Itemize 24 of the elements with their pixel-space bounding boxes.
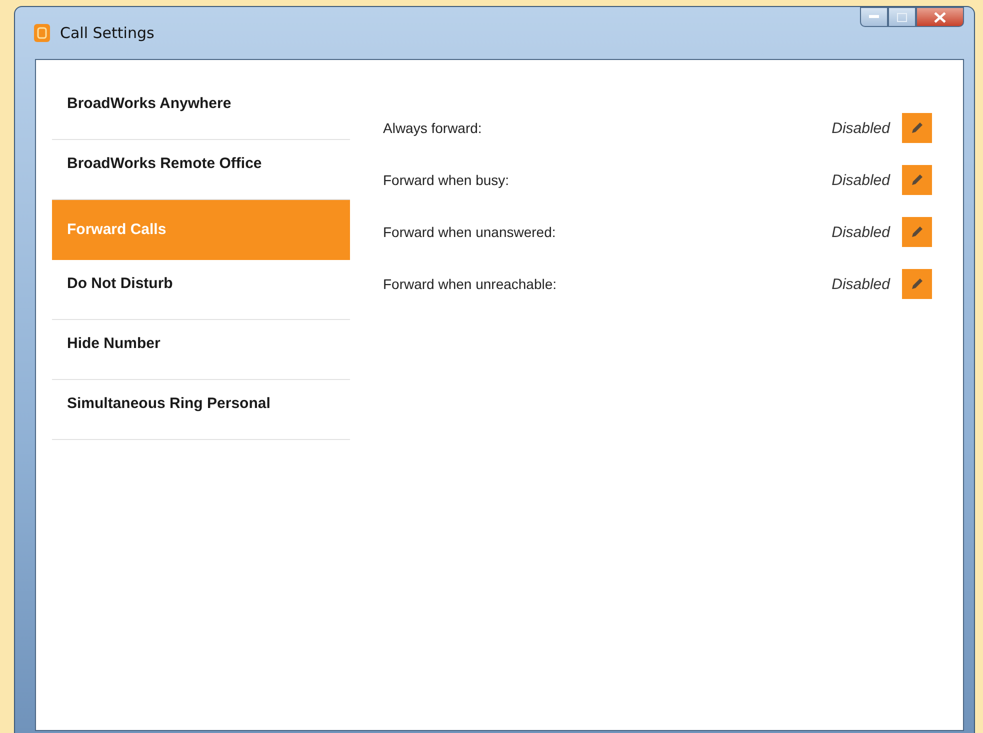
close-icon [934, 12, 946, 22]
pencil-icon [909, 120, 925, 136]
setting-status: Disabled [832, 276, 890, 292]
edit-button[interactable] [902, 217, 932, 247]
pencil-icon [909, 276, 925, 292]
minimize-icon [869, 15, 879, 19]
pencil-icon [909, 224, 925, 240]
setting-label: Forward when busy: [383, 172, 510, 188]
edit-button[interactable] [902, 113, 932, 143]
setting-label: Always forward: [383, 120, 483, 136]
pencil-icon [909, 172, 925, 188]
setting-status: Disabled [832, 172, 890, 188]
setting-label: Forward when unreachable: [383, 276, 558, 292]
window-title: Call Settings [60, 24, 154, 42]
setting-status: Disabled [832, 120, 890, 136]
maximize-button[interactable] [888, 7, 916, 27]
setting-label: Forward when unanswered: [383, 224, 557, 240]
app-icon [34, 24, 50, 42]
maximize-icon [897, 12, 907, 22]
minimize-button[interactable] [860, 7, 888, 27]
edit-button[interactable] [902, 269, 932, 299]
edit-button[interactable] [902, 165, 932, 195]
setting-status: Disabled [832, 224, 890, 240]
close-button[interactable] [916, 7, 964, 27]
